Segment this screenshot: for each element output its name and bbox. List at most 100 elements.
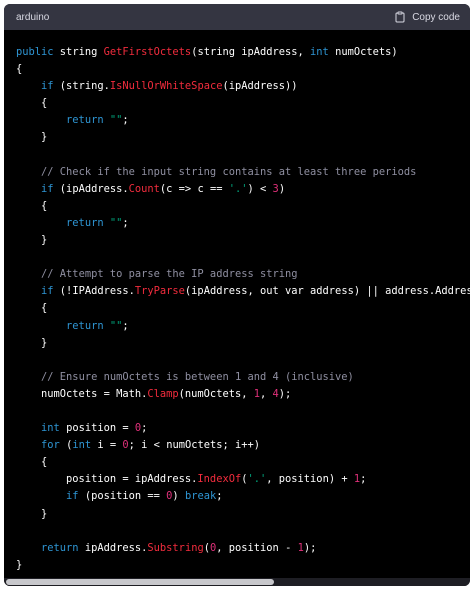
code-line: { xyxy=(16,300,470,317)
code-token: int xyxy=(310,46,329,58)
code-token: } xyxy=(16,131,48,144)
code-token: return xyxy=(66,319,104,332)
code-token: ) < xyxy=(247,182,273,195)
code-token: (!IPAddress. xyxy=(53,285,135,298)
code-token: { xyxy=(16,302,48,315)
code-line: return ipAddress.Substring(0, position -… xyxy=(16,540,470,557)
code-block: arduino Copy code public string GetFirst… xyxy=(4,4,470,586)
code-token: if xyxy=(41,182,54,195)
code-token: { xyxy=(16,456,48,469)
code-token: , xyxy=(260,387,273,400)
code-line: if (string.IsNullOrWhiteSpace(ipAddress)… xyxy=(16,78,470,95)
code-line: public string GetFirstOctets(string ipAd… xyxy=(16,44,470,61)
code-token: { xyxy=(16,97,48,110)
code-line: { xyxy=(16,454,470,471)
copy-code-label: Copy code xyxy=(412,11,460,23)
code-line: // Check if the input string contains at… xyxy=(16,164,470,181)
code-token: (ipAddress)) xyxy=(222,80,298,93)
clipboard-icon xyxy=(394,11,406,23)
code-token: return xyxy=(66,114,104,127)
code-token: ); xyxy=(278,387,292,400)
code-content: public string GetFirstOctets(string ipAd… xyxy=(16,44,470,574)
code-token: "" xyxy=(109,319,123,332)
code-token: // Check if the input string contains at… xyxy=(41,165,417,178)
code-token: { xyxy=(16,63,23,76)
code-line: { xyxy=(16,95,470,112)
code-token: ; xyxy=(122,216,129,229)
code-line: int position = 0; xyxy=(16,420,470,437)
code-line: { xyxy=(16,61,470,78)
code-token: '.' xyxy=(247,473,267,486)
code-token: position = xyxy=(59,422,135,435)
code-token: if xyxy=(66,490,79,503)
code-line: } xyxy=(16,557,470,574)
code-token: IndexOf xyxy=(197,473,242,486)
code-line: return ""; xyxy=(16,215,470,232)
code-token: return xyxy=(41,541,79,554)
code-token: position = ipAddress. xyxy=(16,473,198,486)
code-token: ; xyxy=(141,422,148,435)
code-area[interactable]: public string GetFirstOctets(string ipAd… xyxy=(4,30,470,584)
code-token: break xyxy=(184,490,217,503)
code-token: int xyxy=(41,422,60,435)
code-token: ) xyxy=(172,490,185,503)
code-line: numOctets = Math.Clamp(numOctets, 1, 4); xyxy=(16,386,470,403)
code-token: "" xyxy=(109,216,123,229)
code-token: ) xyxy=(278,182,286,195)
code-token: } xyxy=(16,336,48,349)
horizontal-scrollbar[interactable] xyxy=(4,578,470,586)
code-token: , position) + xyxy=(266,473,354,486)
code-token: (ipAddress, out var address) || address.… xyxy=(184,285,470,298)
code-line: if (!IPAddress.TryParse(ipAddress, out v… xyxy=(16,283,470,300)
code-line: if (position == 0) break; xyxy=(16,488,470,505)
code-token: ; xyxy=(216,490,223,503)
code-token: ; xyxy=(122,319,129,332)
code-token: Clamp xyxy=(147,387,179,400)
code-token: (c => c == xyxy=(159,182,229,195)
code-token: GetFirstOctets xyxy=(103,46,192,58)
code-token: numOctets = Math. xyxy=(16,387,148,400)
code-token: (numOctets, xyxy=(178,387,254,400)
code-token: return xyxy=(66,216,104,229)
code-token: // Ensure numOctets is between 1 and 4 (… xyxy=(41,370,354,383)
code-token: i = xyxy=(91,439,123,452)
code-line: } xyxy=(16,506,470,523)
code-token: (string ipAddress, xyxy=(191,46,311,58)
code-token: numOctets) xyxy=(328,46,398,58)
code-token: if xyxy=(41,80,54,93)
code-token: (ipAddress. xyxy=(53,182,129,195)
copy-code-button[interactable]: Copy code xyxy=(394,11,460,23)
scrollbar-thumb[interactable] xyxy=(6,579,274,585)
code-token: } xyxy=(16,558,23,571)
code-token: { xyxy=(16,199,48,212)
code-token: if xyxy=(41,285,54,298)
code-line: return ""; xyxy=(16,112,470,129)
code-line: position = ipAddress.IndexOf('.', positi… xyxy=(16,471,470,488)
code-token: , position - xyxy=(216,541,298,554)
code-line: for (int i = 0; i < numOctets; i++) xyxy=(16,437,470,454)
code-line: } xyxy=(16,335,470,352)
code-line: } xyxy=(16,129,470,146)
code-token: '.' xyxy=(228,182,248,195)
code-token: ); xyxy=(303,541,317,554)
code-line: { xyxy=(16,198,470,215)
code-token: IsNullOrWhiteSpace xyxy=(109,80,223,93)
code-token: // Attempt to parse the IP address strin… xyxy=(41,268,298,281)
code-token: int xyxy=(72,439,92,452)
